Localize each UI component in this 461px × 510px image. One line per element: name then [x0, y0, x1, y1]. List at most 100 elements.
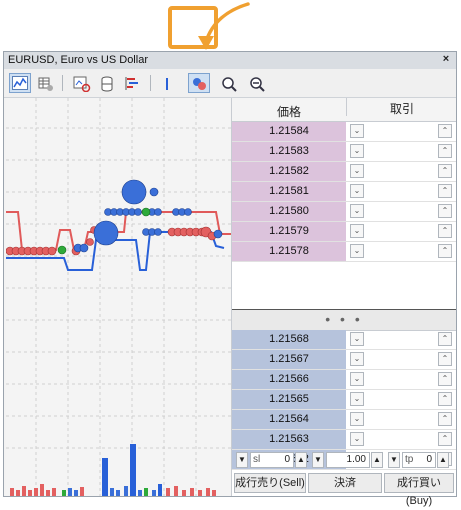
buy-limit-button[interactable]: ⌃ — [438, 372, 452, 386]
price-cell: 1.21568 — [232, 330, 346, 349]
sell-limit-button[interactable]: ⌄ — [350, 124, 364, 138]
ladder-row: 1.21578 ⌄ ⌃ — [232, 242, 456, 262]
dots-toggle-button[interactable] — [188, 73, 210, 93]
volume-histogram — [10, 444, 216, 496]
tp-field[interactable]: tp 0 — [402, 452, 436, 468]
chart-refresh-icon — [73, 76, 91, 92]
ladder-row: 1.21567 ⌄ ⌃ — [232, 350, 456, 370]
price-ladder: 価格 取引 1.21584 ⌄ ⌃ 1.21583 ⌄ ⌃ 1.21582 ⌄ ⌃ 1.21581… — [232, 98, 456, 507]
ladder-row: 1.21563 ⌄ ⌃ — [232, 430, 456, 450]
ladder-row: 1.21582 ⌄ ⌃ — [232, 162, 456, 182]
sl-decrement-button[interactable]: ▼ — [236, 452, 248, 468]
table-settings-button[interactable] — [35, 73, 57, 93]
price-cell: 1.21580 — [232, 202, 346, 221]
buy-limit-button[interactable]: ⌃ — [438, 164, 452, 178]
sell-button[interactable]: 成行売り(Sell) — [234, 473, 306, 493]
toolbar-separator — [62, 75, 63, 91]
dots-toggle-icon — [193, 78, 206, 90]
toolbar — [4, 69, 456, 98]
sell-limit-button[interactable]: ⌄ — [350, 432, 364, 446]
zoom-out-button[interactable] — [246, 73, 268, 93]
ladder-row: 1.21566 ⌄ ⌃ — [232, 370, 456, 390]
sell-limit-button[interactable]: ⌄ — [350, 244, 364, 258]
close-position-button[interactable]: 決済 — [308, 473, 382, 493]
buy-limit-button[interactable]: ⌃ — [438, 184, 452, 198]
zoom-in-button[interactable] — [218, 73, 240, 93]
sell-limit-button[interactable]: ⌄ — [350, 204, 364, 218]
tp-value: 0 — [426, 454, 432, 465]
price-cell: 1.21578 — [232, 242, 346, 261]
buy-limit-button[interactable]: ⌃ — [438, 412, 452, 426]
sell-limit-button[interactable]: ⌄ — [350, 352, 364, 366]
ladder-header: 価格 取引 — [232, 98, 456, 122]
sell-limit-button[interactable]: ⌄ — [350, 144, 364, 158]
tp-decrement-button[interactable]: ▼ — [388, 452, 400, 468]
ladder-row: 1.21583 ⌄ ⌃ — [232, 142, 456, 162]
window-titlebar: EURUSD, Euro vs US Dollar × — [4, 52, 456, 70]
buy-limit-button[interactable]: ⌃ — [438, 352, 452, 366]
sell-limit-button[interactable]: ⌄ — [350, 224, 364, 238]
chart-refresh-button[interactable] — [70, 73, 92, 93]
buy-limit-button[interactable]: ⌃ — [438, 332, 452, 346]
buy-limit-button[interactable]: ⌃ — [438, 392, 452, 406]
volume-field[interactable]: 1.00 — [326, 452, 370, 468]
close-icon[interactable]: × — [440, 53, 452, 66]
table-settings-icon — [38, 77, 53, 91]
buy-button[interactable]: 成行買い(Buy) — [384, 473, 454, 507]
ladder-row: 1.21581 ⌄ ⌃ — [232, 182, 456, 202]
volume-bars-button[interactable] — [122, 73, 144, 93]
sell-limit-button[interactable]: ⌄ — [350, 164, 364, 178]
sell-limit-button[interactable]: ⌄ — [350, 332, 364, 346]
split-view-button[interactable] — [156, 73, 178, 93]
zoom-in-icon — [222, 77, 237, 92]
sell-limit-button[interactable]: ⌄ — [350, 412, 364, 426]
order-controls: ▼ sl 0 ▲ ▼ 1.00 ▲ ▼ tp 0 ▲ 成行売り(Sell) 決済… — [232, 452, 456, 507]
buy-limit-button[interactable]: ⌃ — [438, 432, 452, 446]
line-chart-icon — [12, 76, 28, 90]
cylinder-button[interactable] — [96, 73, 118, 93]
sl-value: 0 — [284, 454, 290, 465]
header-trade: 取引 — [346, 98, 457, 116]
sell-limit-button[interactable]: ⌄ — [350, 392, 364, 406]
split-view-icon — [166, 78, 168, 90]
price-cell: 1.21582 — [232, 162, 346, 181]
buy-limit-button[interactable]: ⌃ — [438, 244, 452, 258]
volume-increment-button[interactable]: ▲ — [371, 452, 383, 468]
price-cell: 1.21566 — [232, 370, 346, 389]
buy-limit-button[interactable]: ⌃ — [438, 124, 452, 138]
ladder-row: 1.21568 ⌄ ⌃ — [232, 330, 456, 350]
ladder-row: 1.21564 ⌄ ⌃ — [232, 410, 456, 430]
toolbar-separator — [150, 75, 151, 91]
volume-decrement-button[interactable]: ▼ — [312, 452, 324, 468]
spread-separator: • • • — [232, 309, 456, 331]
sl-field[interactable]: sl 0 — [250, 452, 294, 468]
price-cell: 1.21584 — [232, 122, 346, 141]
depth-of-market-window: EURUSD, Euro vs US Dollar × 価格 取引 1.2158… — [3, 51, 457, 507]
price-cell: 1.21563 — [232, 430, 346, 449]
tick-chart — [5, 98, 232, 496]
zoom-out-icon — [250, 77, 265, 92]
order-params: ▼ sl 0 ▲ ▼ 1.00 ▲ ▼ tp 0 ▲ — [236, 452, 452, 470]
sl-label: sl — [253, 454, 261, 465]
sell-limit-button[interactable]: ⌄ — [350, 372, 364, 386]
sl-increment-button[interactable]: ▲ — [295, 452, 307, 468]
line-chart-button[interactable] — [9, 73, 31, 93]
highlight-frame — [168, 6, 218, 49]
tp-increment-button[interactable]: ▲ — [437, 452, 449, 468]
ladder-row: 1.21580 ⌄ ⌃ — [232, 202, 456, 222]
tp-label: tp — [405, 454, 414, 465]
header-price: 価格 — [276, 105, 301, 119]
tick-chart-canvas — [5, 98, 231, 496]
price-cell: 1.21567 — [232, 350, 346, 369]
buy-limit-button[interactable]: ⌃ — [438, 224, 452, 238]
buy-limit-button[interactable]: ⌃ — [438, 204, 452, 218]
ladder-row: 1.21584 ⌄ ⌃ — [232, 122, 456, 142]
ladder-row: 1.21579 ⌄ ⌃ — [232, 222, 456, 242]
cylinder-icon — [101, 76, 113, 92]
ladder-row: 1.21565 ⌄ ⌃ — [232, 390, 456, 410]
sell-limit-button[interactable]: ⌄ — [350, 184, 364, 198]
volume-bars-icon — [125, 77, 138, 90]
price-cell: 1.21565 — [232, 390, 346, 409]
window-title: EURUSD, Euro vs US Dollar — [8, 54, 148, 66]
buy-limit-button[interactable]: ⌃ — [438, 144, 452, 158]
